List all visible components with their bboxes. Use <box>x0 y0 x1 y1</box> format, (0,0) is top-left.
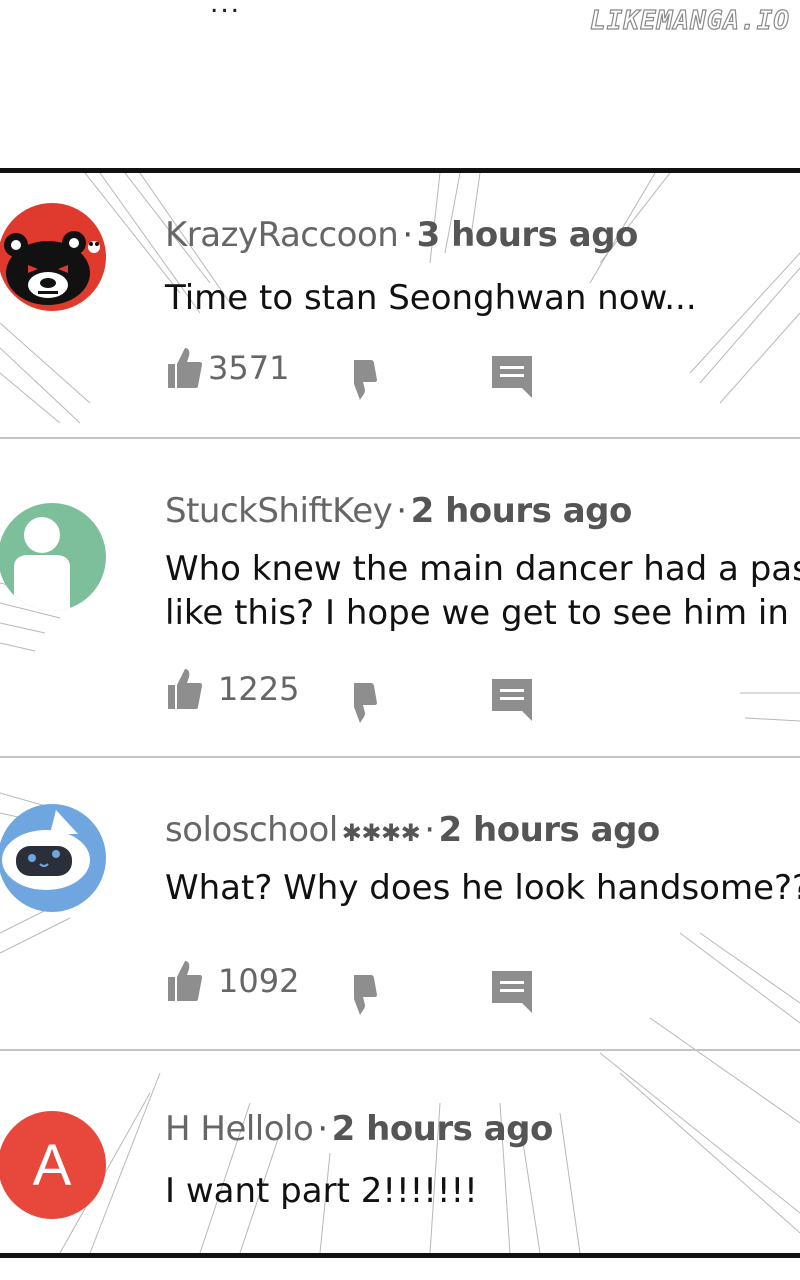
thumbs-down-icon[interactable] <box>343 975 377 1015</box>
comment-text-line: like this? I hope we get to see him in <box>165 593 789 633</box>
comment-username[interactable]: soloschool <box>165 810 338 850</box>
comment-text: Who knew the main dancer had a past like… <box>165 547 800 635</box>
thumbs-up-icon <box>168 961 202 1001</box>
cat-robot-avatar[interactable] <box>0 804 106 912</box>
comment-item: KrazyRaccoon · 3 hours ago Time to stan Se… <box>0 173 800 438</box>
comment-timestamp: 2 hours ago <box>331 1109 554 1149</box>
letter-avatar[interactable]: A <box>0 1111 106 1219</box>
reply-icon[interactable] <box>492 971 532 1013</box>
comment-header: soloschool ✱✱✱✱ · 2 hours ago <box>165 810 660 850</box>
comment-username[interactable]: StuckShiftKey <box>165 491 393 531</box>
cat-robot-icon <box>2 810 90 890</box>
comment-text-line: Who knew the main dancer had a past <box>165 549 800 589</box>
comment-header: KrazyRaccoon · 3 hours ago <box>165 215 638 255</box>
default-user-avatar[interactable] <box>0 503 106 611</box>
reply-icon[interactable] <box>492 679 532 721</box>
raccoon-icon <box>4 231 100 305</box>
comment-timestamp: 2 hours ago <box>438 810 661 850</box>
header-separator: · <box>402 215 413 255</box>
header-separator: · <box>396 491 407 531</box>
comment-text-line: I want part 2!!!!!!! <box>165 1171 478 1211</box>
default-user-icon <box>14 517 70 611</box>
comment-header: StuckShiftKey · 2 hours ago <box>165 491 632 531</box>
comment-timestamp: 2 hours ago <box>410 491 633 531</box>
comment-item: soloschool ✱✱✱✱ · 2 hours ago What? Why doe… <box>0 758 800 1050</box>
thumbs-down-icon[interactable] <box>343 360 377 400</box>
reply-icon[interactable] <box>492 356 532 398</box>
like-button[interactable]: 3571 <box>168 348 289 388</box>
avatar-letter: A <box>32 1132 72 1198</box>
like-count: 1225 <box>218 670 300 708</box>
comment-header: H Hellolo · 2 hours ago <box>165 1109 553 1149</box>
comment-item: A H Hellolo · 2 hours ago I want part 2!!!… <box>0 1051 800 1253</box>
comment-text: I want part 2!!!!!!! <box>165 1169 478 1213</box>
like-count: 1092 <box>218 962 300 1000</box>
comment-timestamp: 3 hours ago <box>416 215 639 255</box>
comment-text: What? Why does he look handsome?? <box>165 866 800 910</box>
thumbs-up-icon <box>168 669 202 709</box>
thumbs-up-icon <box>168 348 202 388</box>
panel-border-bottom <box>0 1253 800 1258</box>
like-button[interactable]: 1092 <box>168 961 299 1001</box>
header-separator: · <box>317 1109 328 1149</box>
comment-text-line: What? Why does he look handsome?? <box>165 868 800 908</box>
cut-off-caption-text: ... <box>210 0 242 19</box>
raccoon-avatar[interactable] <box>0 203 106 311</box>
comment-text-line: Time to stan Seonghwan now... <box>165 278 697 318</box>
comment-username[interactable]: KrazyRaccoon <box>165 215 399 255</box>
comment-item: StuckShiftKey · 2 hours ago Who knew the m… <box>0 439 800 757</box>
like-count: 3571 <box>208 349 290 387</box>
comment-username[interactable]: H Hellolo <box>165 1109 314 1149</box>
comment-text: Time to stan Seonghwan now... <box>165 276 697 320</box>
header-separator: · <box>424 810 435 850</box>
thumbs-down-icon[interactable] <box>343 683 377 723</box>
like-button[interactable]: 1225 <box>168 669 299 709</box>
site-watermark: LIKEMANGA.IO <box>590 5 790 36</box>
user-rank-stars: ✱✱✱✱ <box>341 819 421 847</box>
